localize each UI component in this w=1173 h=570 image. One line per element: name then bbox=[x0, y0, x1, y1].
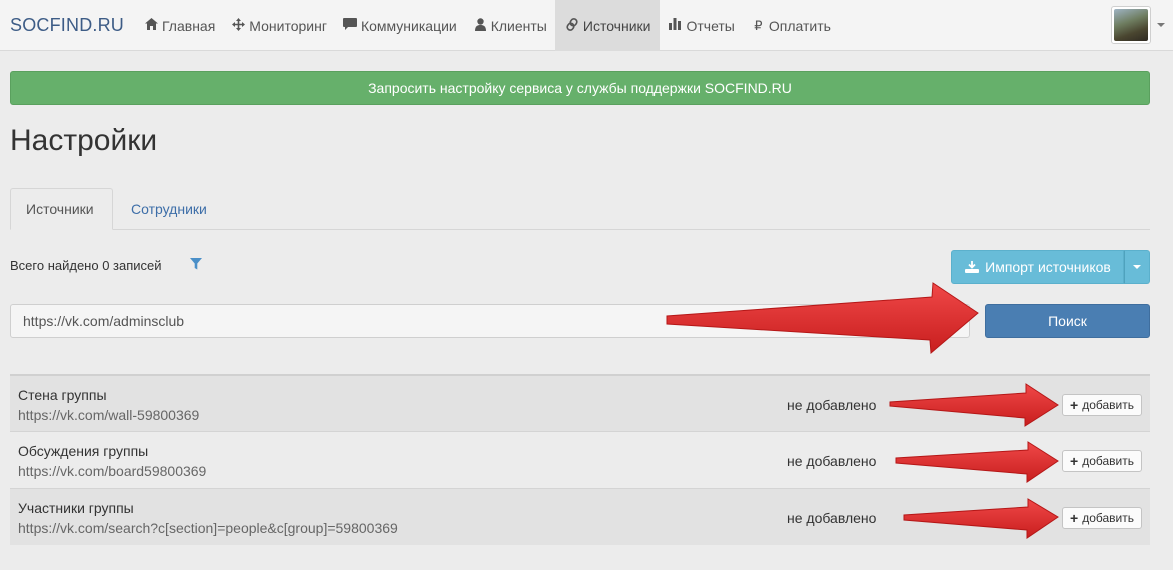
add-button-label: добавить bbox=[1082, 454, 1134, 468]
row-url: https://vk.com/search?c[section]=people&… bbox=[18, 520, 398, 536]
nav-item-home[interactable]: Главная bbox=[136, 0, 223, 51]
nav-label-pay: Оплатить bbox=[768, 17, 831, 34]
nav-item-monitoring[interactable]: Мониторинг bbox=[223, 0, 335, 51]
avatar[interactable] bbox=[1111, 6, 1151, 44]
user-menu-caret-icon[interactable] bbox=[1157, 23, 1165, 27]
list-item: Обсуждения группы https://vk.com/board59… bbox=[10, 431, 1150, 488]
nav-item-pay[interactable]: ₽ Оплатить bbox=[743, 0, 839, 51]
row-title: Стена группы bbox=[18, 387, 107, 403]
import-sources-group: Импорт источников bbox=[951, 250, 1150, 284]
move-icon bbox=[231, 17, 246, 34]
brand-logo[interactable]: SOCFIND.RU bbox=[10, 15, 124, 36]
top-navbar: SOCFIND.RU Главная Мониторинг Коммуникац… bbox=[0, 0, 1173, 51]
nav-item-sources[interactable]: Источники bbox=[554, 0, 661, 51]
home-icon bbox=[144, 18, 159, 33]
results-list: Стена группы https://vk.com/wall-5980036… bbox=[10, 374, 1150, 545]
import-sources-button[interactable]: Импорт источников bbox=[951, 250, 1124, 284]
results-count: Всего найдено 0 записей bbox=[10, 258, 162, 273]
row-status: не добавлено bbox=[787, 510, 877, 526]
row-url: https://vk.com/wall-59800369 bbox=[18, 407, 200, 423]
search-button[interactable]: Поиск bbox=[985, 304, 1150, 338]
row-status: не добавлено bbox=[787, 453, 877, 469]
nav-item-reports[interactable]: Отчеты bbox=[660, 0, 742, 51]
nav-item-clients[interactable]: Клиенты bbox=[465, 0, 555, 51]
row-status: не добавлено bbox=[787, 397, 877, 413]
plus-icon: + bbox=[1070, 510, 1079, 526]
user-icon bbox=[473, 17, 488, 34]
add-button[interactable]: + добавить bbox=[1062, 507, 1142, 529]
main-nav: Главная Мониторинг Коммуникации Клиенты … bbox=[136, 0, 839, 51]
row-url: https://vk.com/board59800369 bbox=[18, 463, 207, 479]
import-sources-label: Импорт источников bbox=[985, 259, 1111, 275]
bar-chart-icon bbox=[668, 18, 683, 33]
avatar-image bbox=[1114, 9, 1148, 41]
nav-label-clients: Клиенты bbox=[490, 17, 547, 34]
ruble-icon: ₽ bbox=[754, 17, 763, 33]
comment-icon bbox=[343, 18, 358, 33]
nav-label-communications: Коммуникации bbox=[360, 17, 457, 34]
nav-label-monitoring: Мониторинг bbox=[249, 17, 327, 34]
row-title: Обсуждения группы bbox=[18, 443, 149, 459]
filter-icon[interactable] bbox=[189, 257, 203, 271]
tab-employees[interactable]: Сотрудники bbox=[116, 188, 222, 230]
plus-icon: + bbox=[1070, 453, 1079, 469]
add-button-label: добавить bbox=[1082, 511, 1134, 525]
caret-down-icon bbox=[1133, 265, 1141, 269]
list-item: Участники группы https://vk.com/search?c… bbox=[10, 488, 1150, 545]
link-icon bbox=[565, 17, 580, 34]
nav-label-reports: Отчеты bbox=[686, 17, 735, 34]
row-title: Участники группы bbox=[18, 500, 134, 516]
search-input[interactable] bbox=[10, 304, 970, 338]
add-button-label: добавить bbox=[1082, 398, 1134, 412]
list-item: Стена группы https://vk.com/wall-5980036… bbox=[10, 374, 1150, 431]
import-icon bbox=[965, 261, 980, 273]
page-title: Настройки bbox=[10, 124, 158, 157]
nav-item-communications[interactable]: Коммуникации bbox=[335, 0, 465, 51]
tab-sources[interactable]: Источники bbox=[10, 188, 113, 230]
add-button[interactable]: + добавить bbox=[1062, 394, 1142, 416]
request-support-button[interactable]: Запросить настройку сервиса у службы под… bbox=[10, 71, 1150, 105]
nav-label-home: Главная bbox=[162, 17, 216, 34]
plus-icon: + bbox=[1070, 397, 1079, 413]
import-dropdown-toggle[interactable] bbox=[1124, 250, 1150, 284]
nav-label-sources: Источники bbox=[582, 17, 651, 34]
add-button[interactable]: + добавить bbox=[1062, 450, 1142, 472]
